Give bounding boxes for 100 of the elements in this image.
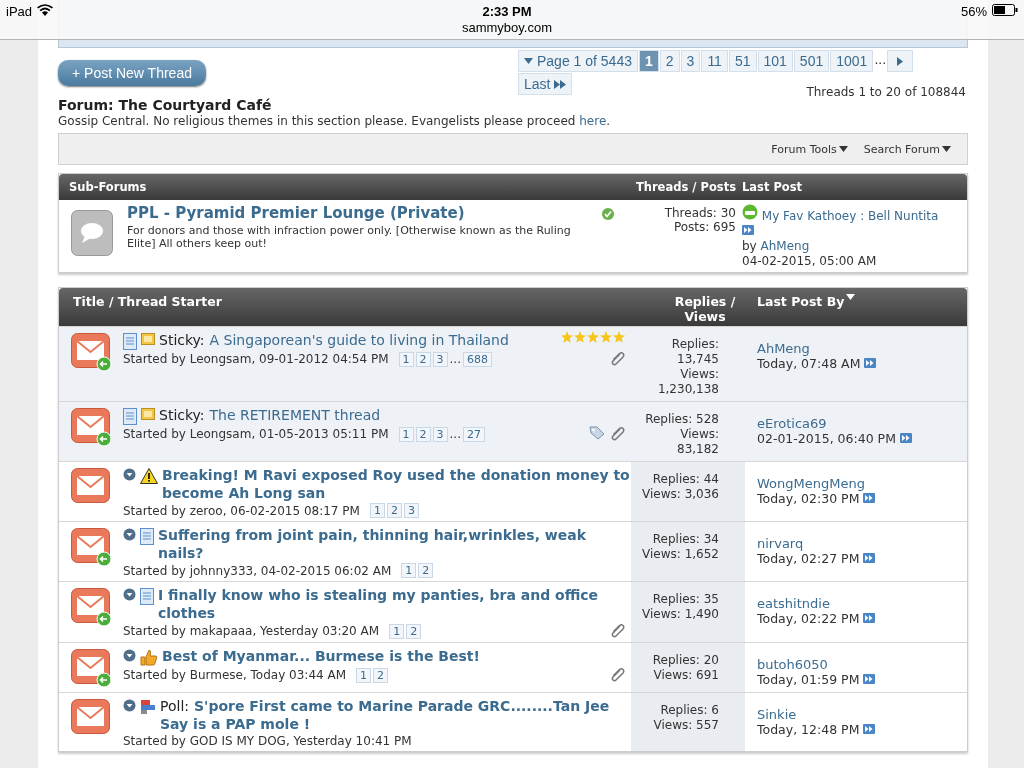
right-arrow-icon	[897, 56, 904, 66]
go-to-post-icon[interactable]	[863, 553, 876, 563]
thread-starter: Started by GOD IS MY DOG, Yesterday 10:41 PM	[123, 734, 412, 748]
post-time: Today, 01:59 PM	[757, 672, 860, 687]
user-link[interactable]: AhMeng	[760, 239, 810, 253]
battery-icon	[992, 4, 1018, 16]
star-icon	[561, 331, 573, 343]
last-page-link[interactable]: Last	[518, 73, 573, 95]
thumbs-up-icon	[140, 649, 158, 666]
page-link[interactable]: 2	[386, 503, 402, 518]
view-count: Views: 691	[653, 668, 719, 683]
reply-count: Replies: 528	[645, 412, 719, 427]
post-time: 02-01-2015, 06:40 PM	[757, 431, 896, 446]
go-to-post-icon[interactable]	[863, 613, 876, 623]
go-to-first-unread-icon[interactable]	[123, 649, 136, 662]
page-link[interactable]: 688	[463, 351, 492, 367]
document-icon	[140, 528, 154, 545]
go-to-post-icon[interactable]	[863, 493, 876, 503]
subforum-description: For donors and those with infraction power only. [Otherwise known as the Ruling Elite] All others keep out!	[127, 224, 572, 250]
page-link[interactable]: 2	[418, 563, 434, 578]
page-link[interactable]: 1	[369, 503, 385, 518]
go-to-post-icon[interactable]	[899, 433, 912, 443]
battery-level: 56%	[960, 4, 987, 19]
page-link[interactable]: 1	[401, 563, 417, 578]
page-link[interactable]: 27	[463, 426, 485, 442]
toolbar-menu[interactable]: Search Forum	[863, 142, 951, 156]
page-link[interactable]: 51	[728, 50, 757, 72]
wifi-icon	[37, 4, 54, 16]
go-to-post-icon[interactable]	[863, 674, 876, 684]
page-link[interactable]: 3	[432, 426, 448, 442]
page-link[interactable]: 1001	[830, 50, 874, 72]
note-icon	[141, 408, 155, 420]
subforum-link[interactable]: PPL - Pyramid Premier Lounge (Private)	[127, 204, 588, 222]
column-header[interactable]: Last Post By	[757, 294, 845, 309]
page-link[interactable]: 1	[398, 351, 414, 367]
caret-icon	[942, 146, 951, 152]
go-to-first-unread-icon[interactable]	[123, 588, 136, 601]
user-link[interactable]: butoh6050	[757, 657, 828, 672]
document-icon	[140, 588, 154, 605]
user-link[interactable]: nirvarq	[757, 536, 804, 551]
page-link[interactable]: 2	[415, 351, 431, 367]
user-link[interactable]: AhMeng	[757, 341, 810, 356]
post-new-thread-button[interactable]: + Post New Thread	[58, 60, 206, 86]
go-to-post-icon[interactable]	[864, 358, 877, 368]
page-summary-link[interactable]: Page 1 of 5443	[518, 50, 638, 72]
post-time: Today, 02:30 PM	[757, 491, 860, 506]
page-link[interactable]: 501	[793, 50, 830, 72]
view-count: Views: 3,036	[642, 487, 719, 502]
user-link[interactable]: eatshitndie	[757, 596, 830, 611]
thread-title[interactable]: I finally know who is stealing my panties, bra and office clothes	[158, 586, 631, 622]
reply-count: Replies: 34	[652, 532, 719, 547]
thread-title[interactable]: Breaking! M Ravi exposed Roy used the donation money to become Ah Long san	[162, 466, 631, 502]
page-link[interactable]: 1	[639, 50, 659, 72]
view-count: Views: 1,490	[642, 607, 719, 622]
thread-title[interactable]: Poll: S'pore First came to Marine Parade GRC........Tan Jee Say is a PAP mole !	[160, 697, 631, 733]
toolbar-menu[interactable]: Forum Tools	[771, 142, 848, 156]
caret-icon	[524, 58, 533, 64]
column-header: Threads / Posts	[634, 180, 736, 194]
page-link[interactable]: 11	[701, 50, 728, 72]
post-total: Posts: 695	[673, 220, 736, 234]
go-to-first-unread-icon[interactable]	[123, 528, 136, 541]
page-link[interactable]: 1	[356, 667, 372, 683]
page-link[interactable]: 2	[659, 50, 680, 72]
thread-starter: Started by zeroo, 06-02-2015 08:17 PM	[123, 503, 360, 518]
next-page-button[interactable]	[887, 50, 914, 72]
thread-starter: Started by johnny333, 04-02-2015 06:02 AM	[123, 563, 392, 578]
reply-count: Replies: 44	[652, 472, 719, 487]
go-to-post-icon[interactable]	[742, 225, 754, 235]
page-link[interactable]: 3	[432, 351, 448, 367]
post-time: Today, 02:22 PM	[757, 611, 860, 626]
user-link[interactable]: eErotica69	[757, 416, 827, 431]
thread-starter: Started by Leongsam, 01-05-2013 05:11 PM	[123, 427, 389, 441]
page-link[interactable]: 1	[398, 426, 414, 442]
address-bar[interactable]: sammyboy.com	[461, 20, 553, 35]
page-link[interactable]: 1	[389, 623, 405, 639]
user-link[interactable]: WongMengMeng	[757, 476, 865, 491]
star-icon	[600, 331, 612, 343]
thread-title[interactable]: Sticky: A Singaporean's guide to living in Thailand	[159, 331, 557, 349]
reply-count: Replies: 13,745	[670, 337, 719, 367]
double-arrow-icon	[554, 79, 567, 89]
page-link[interactable]: 2	[406, 623, 422, 639]
page-link[interactable]: 101	[757, 50, 793, 72]
user-link[interactable]: Sinkie	[757, 707, 797, 722]
last-post-link[interactable]: My Fav Kathoey : Bell Nuntita	[761, 209, 939, 223]
page-link[interactable]: 3	[403, 503, 419, 518]
thread-title[interactable]: Best of Myanmar... Burmese is the Best!	[162, 647, 631, 665]
page-link[interactable]: 2	[373, 667, 389, 683]
warning-icon	[140, 468, 158, 484]
page-link[interactable]: 2	[415, 426, 431, 442]
thread-title[interactable]: Sticky: The RETIREMENT thread	[159, 406, 631, 424]
reply-count: Replies: 20	[652, 653, 719, 668]
sort-caret-icon[interactable]	[846, 294, 856, 300]
check-icon	[602, 208, 614, 220]
thread-title[interactable]: Suffering from joint pain, thinning hair,wrinkles, weak nails?	[158, 526, 631, 562]
document-icon	[123, 408, 137, 425]
go-to-first-unread-icon[interactable]	[123, 468, 136, 481]
go-to-first-unread-icon[interactable]	[123, 699, 136, 712]
go-to-post-icon[interactable]	[863, 724, 876, 734]
device-name: iPad	[6, 4, 33, 19]
page-link[interactable]: 3	[680, 50, 701, 72]
